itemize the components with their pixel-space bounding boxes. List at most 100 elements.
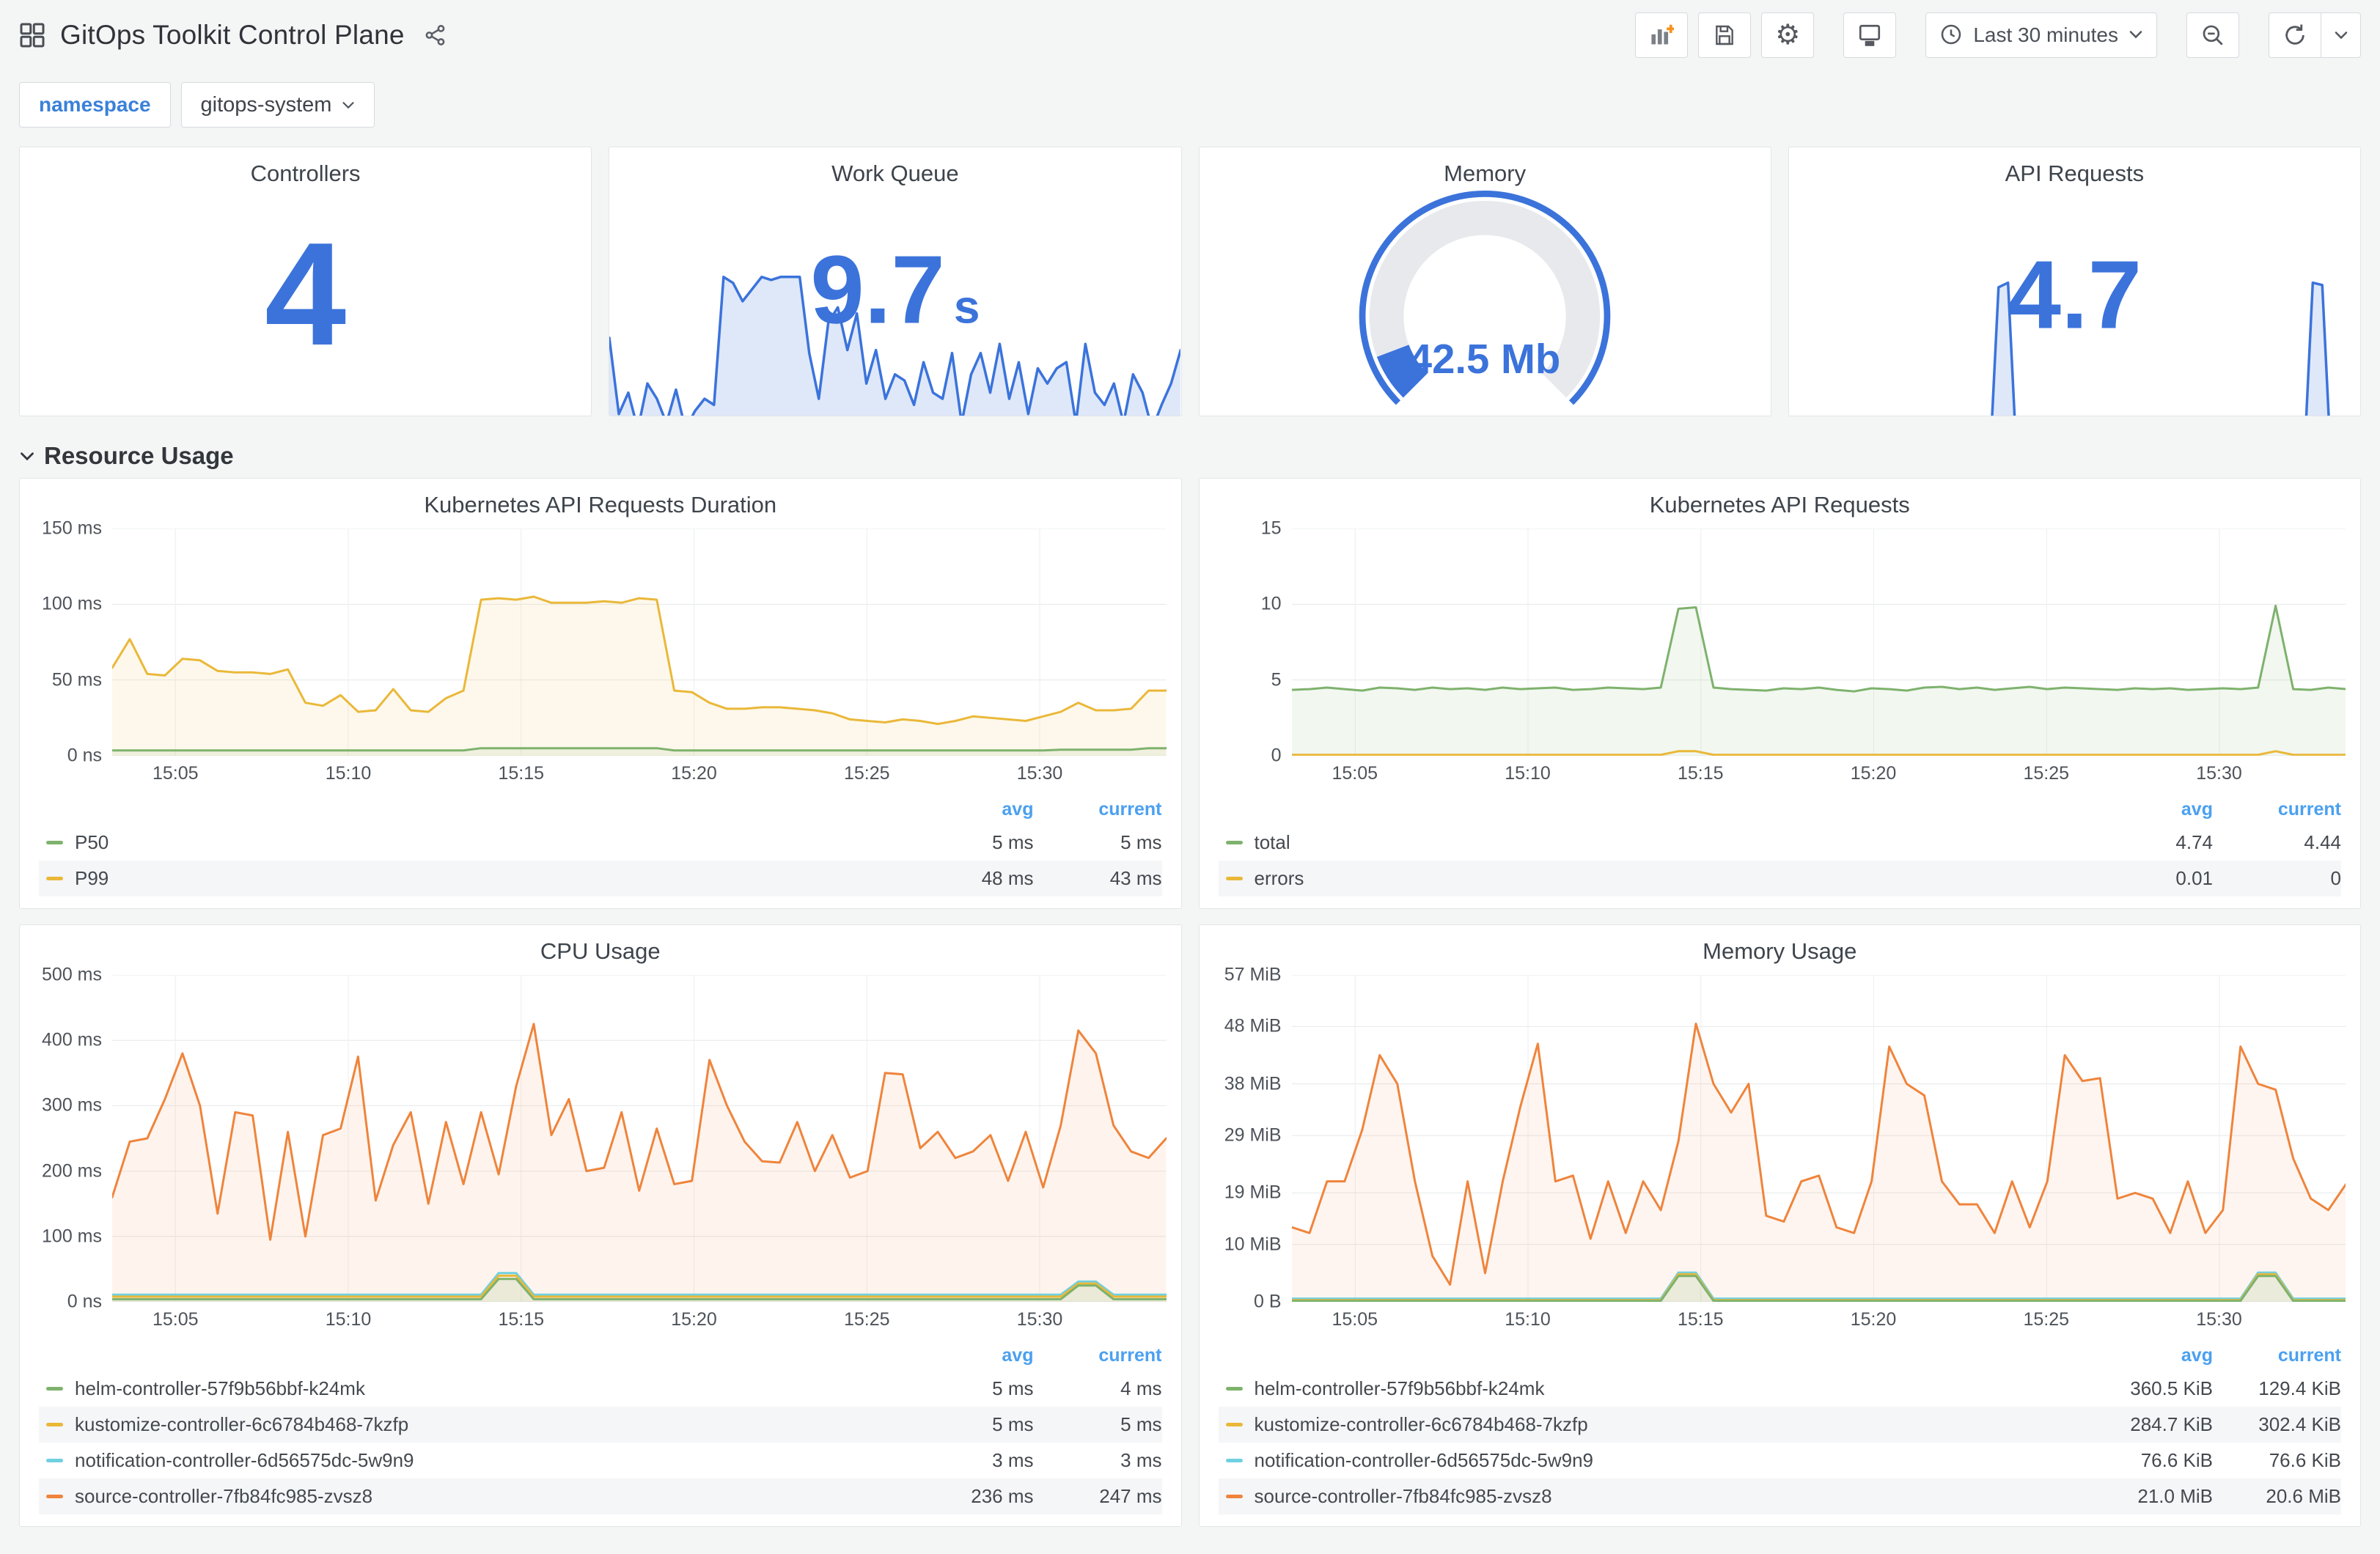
x-tick-label: 15:05: [1332, 763, 1378, 784]
series-color-swatch[interactable]: [46, 877, 63, 880]
namespace-variable-select[interactable]: gitops-system: [180, 82, 375, 128]
legend-row: notification-controller-6d56575dc-5w9n9 3…: [39, 1443, 1162, 1478]
series-avg-value: 236 ms: [971, 1485, 1034, 1507]
legend-row: total 4.74 4.44: [1219, 825, 2341, 861]
time-range-picker[interactable]: Last 30 minutes: [1925, 12, 2157, 58]
legend-sort-avg[interactable]: avg: [917, 1345, 1033, 1366]
series-name[interactable]: notification-controller-6d56575dc-5w9n9: [1255, 1449, 2096, 1472]
series-name[interactable]: P50: [75, 831, 917, 854]
legend-row: notification-controller-6d56575dc-5w9n9 7…: [1219, 1443, 2341, 1478]
series-name[interactable]: helm-controller-57f9b56bbf-k24mk: [1255, 1377, 2096, 1400]
series-color-swatch[interactable]: [46, 1387, 63, 1391]
panel-title: Kubernetes API Requests: [1649, 492, 1910, 518]
series-color-swatch[interactable]: [1225, 1495, 1243, 1498]
legend-sort-current[interactable]: current: [2213, 1345, 2341, 1366]
series-current-value: 20.6 MiB: [2266, 1485, 2341, 1507]
y-tick-label: 15: [1260, 518, 1282, 539]
legend-sort-current[interactable]: current: [2213, 799, 2341, 820]
plot[interactable]: [112, 975, 1167, 1302]
series-name[interactable]: source-controller-7fb84fc985-zvsz8: [1255, 1485, 2096, 1508]
memory-panel: Memory 42.5 Mb: [1198, 147, 1771, 416]
refresh-button[interactable]: [2269, 12, 2321, 58]
series-color-swatch[interactable]: [1225, 1423, 1243, 1426]
series-name[interactable]: source-controller-7fb84fc985-zvsz8: [75, 1485, 917, 1508]
x-tick-label: 15:10: [1505, 1309, 1551, 1330]
panel-title: Memory Usage: [1703, 938, 1857, 964]
series-name[interactable]: kustomize-controller-6c6784b468-7kzfp: [75, 1413, 917, 1436]
series-name[interactable]: notification-controller-6d56575dc-5w9n9: [75, 1449, 917, 1472]
y-tick-label: 400 ms: [42, 1029, 102, 1050]
legend-row: helm-controller-57f9b56bbf-k24mk 5 ms 4 ms: [39, 1371, 1162, 1407]
series-color-swatch[interactable]: [46, 1423, 63, 1426]
dashboard-grid-icon[interactable]: [19, 22, 45, 48]
save-dashboard-button[interactable]: [1698, 12, 1752, 58]
series-name[interactable]: total: [1255, 831, 2096, 854]
settings-button[interactable]: ⚙: [1761, 12, 1815, 58]
series-color-swatch[interactable]: [1225, 841, 1243, 844]
series-avg-value: 76.6 KiB: [2140, 1449, 2213, 1471]
dashboard-header: GitOps Toolkit Control Plane ⚙ Last 30 m…: [19, 0, 2361, 70]
controllers-panel: Controllers 4: [19, 147, 592, 416]
series-color-swatch[interactable]: [1225, 877, 1243, 880]
tv-mode-button[interactable]: [1843, 12, 1897, 58]
x-tick-label: 15:25: [2023, 1309, 2070, 1330]
share-icon[interactable]: [424, 23, 447, 47]
plot[interactable]: [1291, 975, 2346, 1302]
series-color-swatch[interactable]: [1225, 1387, 1243, 1391]
x-tick-label: 15:30: [1016, 763, 1063, 784]
legend: avg current total 4.74 4.44 errors 0.01 0: [1218, 794, 2341, 896]
series-name[interactable]: P99: [75, 867, 917, 890]
y-tick-label: 0 ns: [67, 1291, 102, 1312]
legend-sort-current[interactable]: current: [1034, 1345, 1161, 1366]
legend-sort-avg[interactable]: avg: [917, 799, 1033, 820]
work-queue-value: 9.7 s: [810, 235, 980, 344]
plot[interactable]: [112, 529, 1167, 756]
series-current-value: 302.4 KiB: [2258, 1413, 2341, 1435]
resource-usage-row-toggle[interactable]: Resource Usage: [19, 437, 2361, 475]
y-tick-label: 57 MiB: [1224, 964, 1282, 985]
series-current-value: 43 ms: [1109, 867, 1162, 889]
y-tick-label: 38 MiB: [1224, 1073, 1282, 1094]
x-tick-label: 15:15: [1677, 763, 1724, 784]
series-avg-value: 48 ms: [981, 867, 1034, 889]
legend-sort-avg[interactable]: avg: [2096, 1345, 2213, 1366]
y-tick-label: 0 ns: [67, 745, 102, 766]
x-tick-label: 15:05: [152, 763, 199, 784]
series-color-swatch[interactable]: [46, 841, 63, 844]
gear-icon: ⚙: [1775, 20, 1801, 51]
plot[interactable]: [1291, 529, 2346, 756]
series-current-value: 129.4 KiB: [2258, 1377, 2341, 1399]
y-tick-label: 500 ms: [42, 964, 102, 985]
y-tick-label: 0 B: [1253, 1291, 1282, 1312]
namespace-variable-label: namespace: [19, 82, 171, 128]
series-name[interactable]: helm-controller-57f9b56bbf-k24mk: [75, 1377, 917, 1400]
refresh-interval-dropdown[interactable]: [2321, 12, 2361, 58]
memory-usage-panel: Memory Usage 57 MiB 48 MiB 38 MiB 29 MiB 19 …: [1198, 924, 2361, 1527]
series-current-value: 0: [2330, 867, 2341, 889]
y-tick-label: 10 MiB: [1224, 1234, 1282, 1255]
y-axis: 15 10 5 0: [1205, 518, 1292, 766]
panel-title: CPU Usage: [540, 938, 661, 964]
legend-sort-avg[interactable]: avg: [2096, 799, 2213, 820]
series-name[interactable]: errors: [1255, 867, 2096, 890]
stat-row: Controllers 4 Work Queue 9.7 s Memory 42.…: [19, 147, 2361, 416]
series-current-value: 5 ms: [1120, 1413, 1162, 1435]
y-tick-label: 5: [1271, 669, 1282, 691]
y-tick-label: 200 ms: [42, 1160, 102, 1182]
x-tick-label: 15:10: [325, 1309, 372, 1330]
memory-gauge-value: 42.5 Mb: [1409, 336, 1560, 382]
x-axis: 15:05 15:10 15:15 15:20 15:25 15:30: [112, 756, 1167, 792]
add-panel-button[interactable]: [1635, 12, 1689, 58]
series-name[interactable]: kustomize-controller-6c6784b468-7kzfp: [1255, 1413, 2096, 1436]
x-tick-label: 15:05: [1332, 1309, 1378, 1330]
series-color-swatch[interactable]: [1225, 1459, 1243, 1462]
series-current-value: 3 ms: [1120, 1449, 1162, 1471]
y-tick-label: 29 MiB: [1224, 1124, 1282, 1146]
zoom-out-button[interactable]: [2186, 12, 2239, 58]
series-current-value: 5 ms: [1120, 831, 1162, 853]
series-color-swatch[interactable]: [46, 1459, 63, 1462]
legend-row: kustomize-controller-6c6784b468-7kzfp 5 m…: [39, 1407, 1162, 1443]
legend-sort-current[interactable]: current: [1034, 799, 1161, 820]
x-tick-label: 15:30: [2196, 1309, 2242, 1330]
series-color-swatch[interactable]: [46, 1495, 63, 1498]
